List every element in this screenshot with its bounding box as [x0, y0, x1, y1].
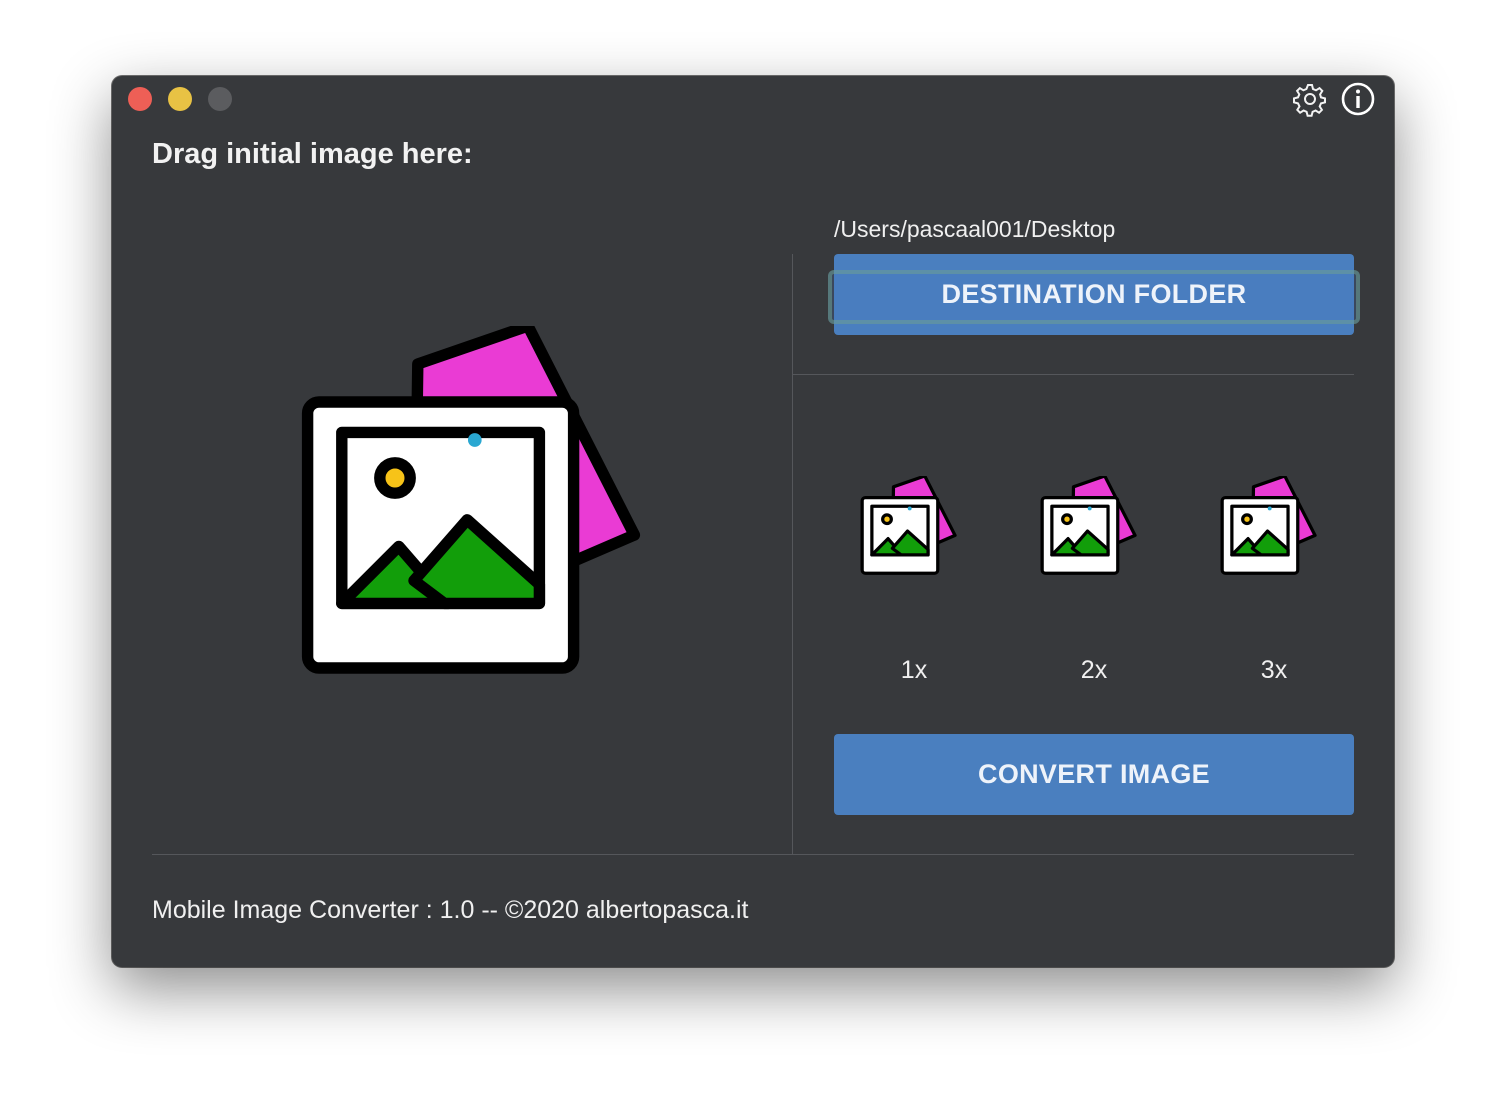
footer-version-text: Mobile Image Converter : 1.0 -- ©2020 al… [152, 896, 749, 924]
scale-label: 3x [1260, 656, 1288, 684]
vertical-divider [792, 254, 793, 854]
scale-option-3x[interactable]: 3x [1214, 476, 1334, 696]
destination-folder-label: DESTINATION FOLDER [941, 279, 1247, 309]
gear-icon[interactable] [1292, 81, 1328, 117]
minimize-window-button[interactable] [168, 87, 192, 111]
destination-folder-button[interactable]: DESTINATION FOLDER [828, 254, 1360, 335]
info-icon[interactable] [1340, 81, 1376, 117]
photos-icon [1220, 476, 1317, 575]
footer-divider [152, 854, 1354, 855]
options-divider [793, 374, 1354, 375]
destination-path: /Users/pascaal001/Desktop [834, 216, 1116, 242]
scale-option-1x[interactable]: 1x [854, 476, 974, 696]
convert-image-label: CONVERT IMAGE [978, 759, 1210, 789]
scale-option-2x[interactable]: 2x [1034, 476, 1154, 696]
photos-icon [301, 326, 641, 674]
photos-icon [860, 476, 957, 575]
photos-icon [1040, 476, 1137, 575]
drag-instruction-label: Drag initial image here: [152, 138, 473, 170]
app-window: Drag initial image here: /Users/pascaal0… [112, 76, 1394, 967]
scale-label: 1x [900, 656, 928, 684]
image-drop-zone[interactable] [152, 206, 792, 846]
zoom-window-button[interactable] [208, 87, 232, 111]
convert-image-button[interactable]: CONVERT IMAGE [834, 734, 1354, 815]
scale-label: 2x [1080, 656, 1108, 684]
close-window-button[interactable] [128, 87, 152, 111]
